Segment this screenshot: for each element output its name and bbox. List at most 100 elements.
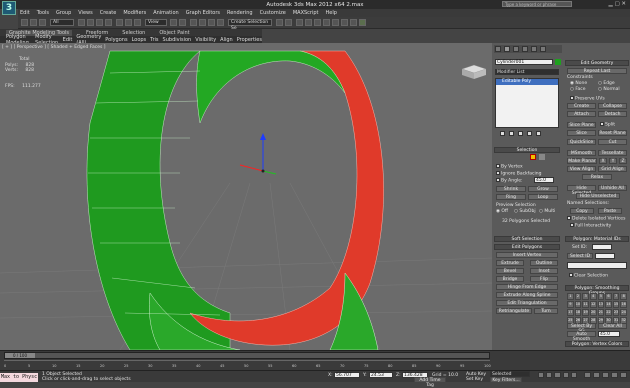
create-button[interactable]: Create (567, 103, 596, 109)
insert-vertex-button[interactable]: Insert Vertex (496, 252, 558, 258)
inset-button[interactable]: Inset (530, 268, 558, 274)
viewcube-icon[interactable] (461, 64, 487, 79)
menu-item-customize[interactable]: Customize (260, 10, 286, 16)
modify-tab-icon[interactable] (504, 46, 510, 52)
percent-snap-icon[interactable] (208, 19, 215, 26)
flip-button[interactable]: Flip (530, 276, 558, 282)
constraint-face-radio[interactable]: ○ Face (570, 87, 586, 92)
smoothing-group-15[interactable]: 15 (612, 301, 620, 308)
layer-icon[interactable] (296, 19, 303, 26)
fov-icon[interactable] (602, 372, 609, 378)
grow-button[interactable]: Grow (528, 186, 558, 192)
menu-item-rendering[interactable]: Rendering (227, 10, 253, 16)
grid-align-button[interactable]: Grid Align (598, 166, 627, 172)
smoothing-group-18[interactable]: 18 (574, 309, 582, 316)
move-icon[interactable] (116, 19, 123, 26)
utilities-tab-icon[interactable] (540, 46, 546, 52)
smoothing-group-7[interactable]: 7 (612, 293, 620, 300)
orbit-icon[interactable] (611, 372, 618, 378)
smoothing-group-22[interactable]: 22 (605, 309, 612, 316)
named-selection-dropdown[interactable]: Create Selection Se (228, 19, 272, 31)
scale-icon[interactable] (134, 19, 141, 26)
select-id-field[interactable] (595, 253, 615, 259)
hide-unselected-button[interactable]: Hide Unselected (576, 193, 620, 199)
bridge-button[interactable]: Bridge (496, 276, 524, 282)
pivot-icon[interactable] (170, 19, 177, 26)
stack-item-editable-poly[interactable]: Editable Poly (496, 79, 558, 85)
schematic-icon[interactable] (323, 19, 330, 26)
select-id-button[interactable]: Select ID (567, 253, 593, 259)
relax-button[interactable]: Relax (582, 174, 612, 180)
spinner-snap-icon[interactable] (217, 19, 224, 26)
menu-item-maxscript[interactable]: MAXScript (293, 10, 319, 16)
smoothing-group-20[interactable]: 20 (589, 309, 597, 316)
add-time-tag-button[interactable]: Add Time Tag (414, 377, 446, 388)
pin-stack-icon[interactable] (500, 131, 505, 136)
view-align-button[interactable]: View Align (567, 166, 596, 172)
maxscript-listener[interactable]: Max to Physc (0, 373, 38, 382)
zoom-icon[interactable] (584, 372, 591, 378)
delete-isolated-checkbox[interactable]: Delete Isolated Vertices (567, 216, 625, 222)
slice-plane-button[interactable]: Slice Plane (567, 122, 596, 128)
ribbon-menu-edit[interactable]: Edit (63, 37, 73, 43)
smoothing-group-8[interactable]: 8 (620, 293, 627, 300)
by-angle-checkbox[interactable]: By Angle: (496, 178, 523, 184)
smoothing-group-9[interactable]: 9 (567, 301, 574, 308)
render-setup-icon[interactable] (341, 19, 348, 26)
search-input[interactable]: Type a keyword or phrase (502, 1, 572, 7)
preview-off-radio[interactable]: ◉ Off (496, 209, 508, 214)
menu-item-modifiers[interactable]: Modifiers (123, 10, 146, 16)
key-filters-button[interactable]: Key Filters... (490, 377, 522, 383)
ref-coord-dropdown[interactable]: View (145, 19, 167, 26)
clear-all-button[interactable]: Clear All (598, 323, 627, 329)
preview-subobj-radio[interactable]: ○ SubObj (514, 209, 536, 214)
smoothing-group-21[interactable]: 21 (597, 309, 605, 316)
ribbon-menu-tris[interactable]: Tris (150, 37, 158, 43)
menu-item-help[interactable]: Help (326, 10, 337, 16)
snap-icon[interactable] (190, 19, 197, 26)
link-icon[interactable] (39, 19, 46, 26)
menu-item-edit[interactable]: Edit (20, 10, 30, 16)
ribbon-menu-align[interactable]: Align (220, 37, 233, 43)
material-name-dropdown[interactable] (567, 262, 627, 269)
go-to-start-icon[interactable] (538, 372, 545, 378)
perspective-viewport[interactable]: [ + ] [ Perspective ] [ Shaded + Edged F… (0, 43, 492, 350)
modifier-stack[interactable]: Editable Poly (495, 78, 559, 128)
ignore-backfacing-checkbox[interactable]: Ignore Backfacing (496, 171, 541, 177)
repeat-last-button[interactable]: Repeat Last (567, 68, 627, 74)
menu-item-tools[interactable]: Tools (37, 10, 49, 16)
bevel-button[interactable]: Bevel (496, 268, 524, 274)
make-planar-button[interactable]: Make Planar (567, 158, 597, 164)
tessellate-button[interactable]: Tessellate (598, 150, 627, 156)
zoom-all-icon[interactable] (593, 372, 600, 378)
window-controls[interactable]: ▁ ▢ ✕ (608, 1, 626, 7)
element-subobject-icon[interactable] (539, 154, 545, 160)
graphite-icon[interactable] (305, 19, 312, 26)
transform-gizmo[interactable] (239, 133, 277, 175)
next-frame-icon[interactable] (562, 372, 569, 378)
turn-button[interactable]: Turn (534, 308, 558, 314)
edit-triangulation-button[interactable]: Edit Triangulation (496, 300, 558, 306)
undo-icon[interactable] (21, 19, 28, 26)
render-teapot-icon[interactable] (359, 19, 366, 26)
selection-filter-dropdown[interactable]: All (50, 19, 74, 26)
rotate-icon[interactable] (125, 19, 132, 26)
by-angle-value[interactable]: 45.0 (534, 177, 554, 183)
material-editor-icon[interactable] (332, 19, 339, 26)
curve-editor-icon[interactable] (314, 19, 321, 26)
shrink-button[interactable]: Shrink (496, 186, 526, 192)
smoothing-group-2[interactable]: 2 (574, 293, 582, 300)
ribbon-menu-properties[interactable]: Properties (237, 37, 262, 43)
window-crossing-icon[interactable] (105, 19, 112, 26)
y-coord-field[interactable]: 24.53 (369, 372, 393, 378)
configure-sets-icon[interactable] (536, 131, 541, 136)
clear-selection-checkbox[interactable]: Clear Selection (569, 273, 608, 279)
manipulate-icon[interactable] (179, 19, 186, 26)
make-unique-icon[interactable] (518, 131, 523, 136)
ribbon-menu-subdivision[interactable]: Subdivision (163, 37, 192, 43)
by-vertex-checkbox[interactable]: By Vertex (496, 164, 523, 170)
material-ids-rollout[interactable]: Polygon: Material IDs (565, 236, 629, 242)
align-icon[interactable] (285, 19, 292, 26)
planar-z-button[interactable]: Z (619, 158, 627, 164)
remove-modifier-icon[interactable] (527, 131, 532, 136)
